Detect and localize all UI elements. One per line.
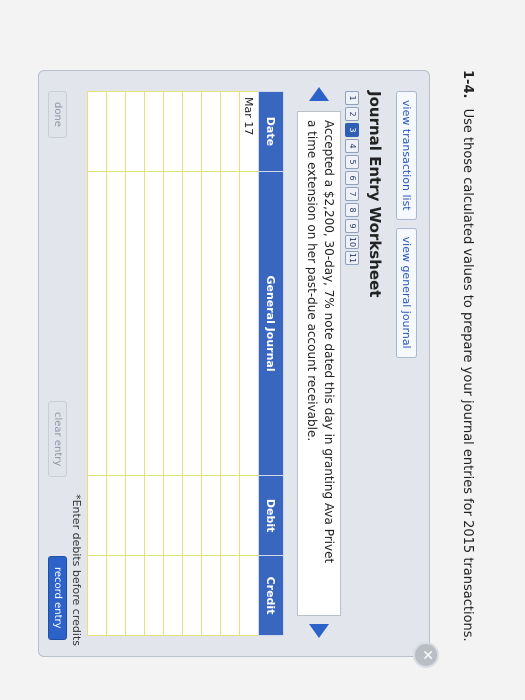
worksheet-title: Journal Entry Worksheet: [366, 91, 384, 298]
step-9[interactable]: 9: [345, 219, 359, 233]
journal-entry-panel: view transaction list view general journ…: [38, 70, 439, 668]
table-row: [106, 91, 126, 636]
table-row: [87, 91, 107, 636]
next-arrow-icon[interactable]: [309, 624, 329, 638]
close-icon[interactable]: ✕: [413, 642, 439, 668]
top-button-group: view transaction list view general journ…: [396, 91, 417, 358]
table-row: Mar 17: [239, 91, 259, 636]
transaction-description: Accepted a $2,200, 30-day, 7% note dated…: [297, 111, 341, 616]
debit-cell[interactable]: [163, 475, 183, 556]
debit-cell[interactable]: [106, 475, 126, 556]
done-button[interactable]: done: [48, 91, 67, 138]
step-5[interactable]: 5: [345, 155, 359, 169]
account-cell[interactable]: [163, 171, 183, 476]
table-row: [144, 91, 164, 636]
table-header-row: Date General Journal Debit Credit: [258, 91, 284, 636]
table-row: [201, 91, 221, 636]
step-2[interactable]: 2: [345, 107, 359, 121]
description-line-1: Accepted a $2,200, 30-day, 7% note dated…: [322, 120, 336, 564]
date-cell[interactable]: [163, 91, 183, 172]
date-cell[interactable]: [125, 91, 145, 172]
step-4[interactable]: 4: [345, 139, 359, 153]
step-indicators: 1 2 3 4 5 6 7 8 9 10 11: [345, 91, 359, 265]
date-cell[interactable]: Mar 17: [239, 91, 259, 172]
account-cell[interactable]: [87, 171, 107, 476]
step-3-active[interactable]: 3: [345, 123, 359, 137]
debit-cell[interactable]: [220, 475, 240, 556]
account-cell[interactable]: [106, 171, 126, 476]
step-10[interactable]: 10: [345, 235, 359, 249]
account-cell[interactable]: [220, 171, 240, 476]
credit-cell[interactable]: [182, 555, 202, 636]
date-cell[interactable]: [106, 91, 126, 172]
table-row: [182, 91, 202, 636]
question-heading: 1-4. Use those calculated values to prep…: [460, 70, 475, 642]
date-cell[interactable]: [87, 91, 107, 172]
table-row: [163, 91, 183, 636]
debit-cell[interactable]: [201, 475, 221, 556]
description-line-2: a time extension on her past-due account…: [305, 120, 319, 442]
record-entry-button[interactable]: record entry: [48, 556, 67, 640]
credit-cell[interactable]: [106, 555, 126, 636]
journal-table: Date General Journal Debit Credit Mar 17: [87, 91, 284, 636]
account-cell[interactable]: [239, 171, 259, 476]
clear-entry-button[interactable]: clear entry: [48, 401, 67, 478]
debit-cell[interactable]: [239, 475, 259, 556]
credit-cell[interactable]: [87, 555, 107, 636]
question-number: 1-4.: [460, 70, 475, 99]
date-cell[interactable]: [144, 91, 164, 172]
debit-cell[interactable]: [182, 475, 202, 556]
debit-cell[interactable]: [87, 475, 107, 556]
table-row: [220, 91, 240, 636]
question-text: Use those calculated values to prepare y…: [460, 108, 475, 642]
step-6[interactable]: 6: [345, 171, 359, 185]
account-cell[interactable]: [182, 171, 202, 476]
credit-cell[interactable]: [239, 555, 259, 636]
date-cell[interactable]: [201, 91, 221, 172]
step-8[interactable]: 8: [345, 203, 359, 217]
credit-cell[interactable]: [125, 555, 145, 636]
step-1[interactable]: 1: [345, 91, 359, 105]
step-11[interactable]: 11: [345, 251, 359, 265]
account-cell[interactable]: [125, 171, 145, 476]
account-cell[interactable]: [144, 171, 164, 476]
date-cell[interactable]: [220, 91, 240, 172]
credit-cell[interactable]: [220, 555, 240, 636]
credit-cell[interactable]: [201, 555, 221, 636]
step-7[interactable]: 7: [345, 187, 359, 201]
credit-cell[interactable]: [163, 555, 183, 636]
page: 1-4. Use those calculated values to prep…: [0, 0, 525, 700]
debit-column-header: Debit: [258, 475, 284, 556]
view-general-journal-button[interactable]: view general journal: [396, 227, 417, 358]
credit-cell[interactable]: [144, 555, 164, 636]
view-transaction-list-button[interactable]: view transaction list: [396, 91, 417, 220]
debits-before-credits-note: *Enter debits before credits: [70, 494, 83, 646]
table-row: [125, 91, 145, 636]
general-journal-column-header: General Journal: [258, 171, 284, 476]
credit-column-header: Credit: [258, 555, 284, 636]
debit-cell[interactable]: [125, 475, 145, 556]
date-column-header: Date: [258, 91, 284, 172]
account-cell[interactable]: [201, 171, 221, 476]
previous-arrow-icon[interactable]: [309, 87, 329, 101]
debit-cell[interactable]: [144, 475, 164, 556]
date-cell[interactable]: [182, 91, 202, 172]
